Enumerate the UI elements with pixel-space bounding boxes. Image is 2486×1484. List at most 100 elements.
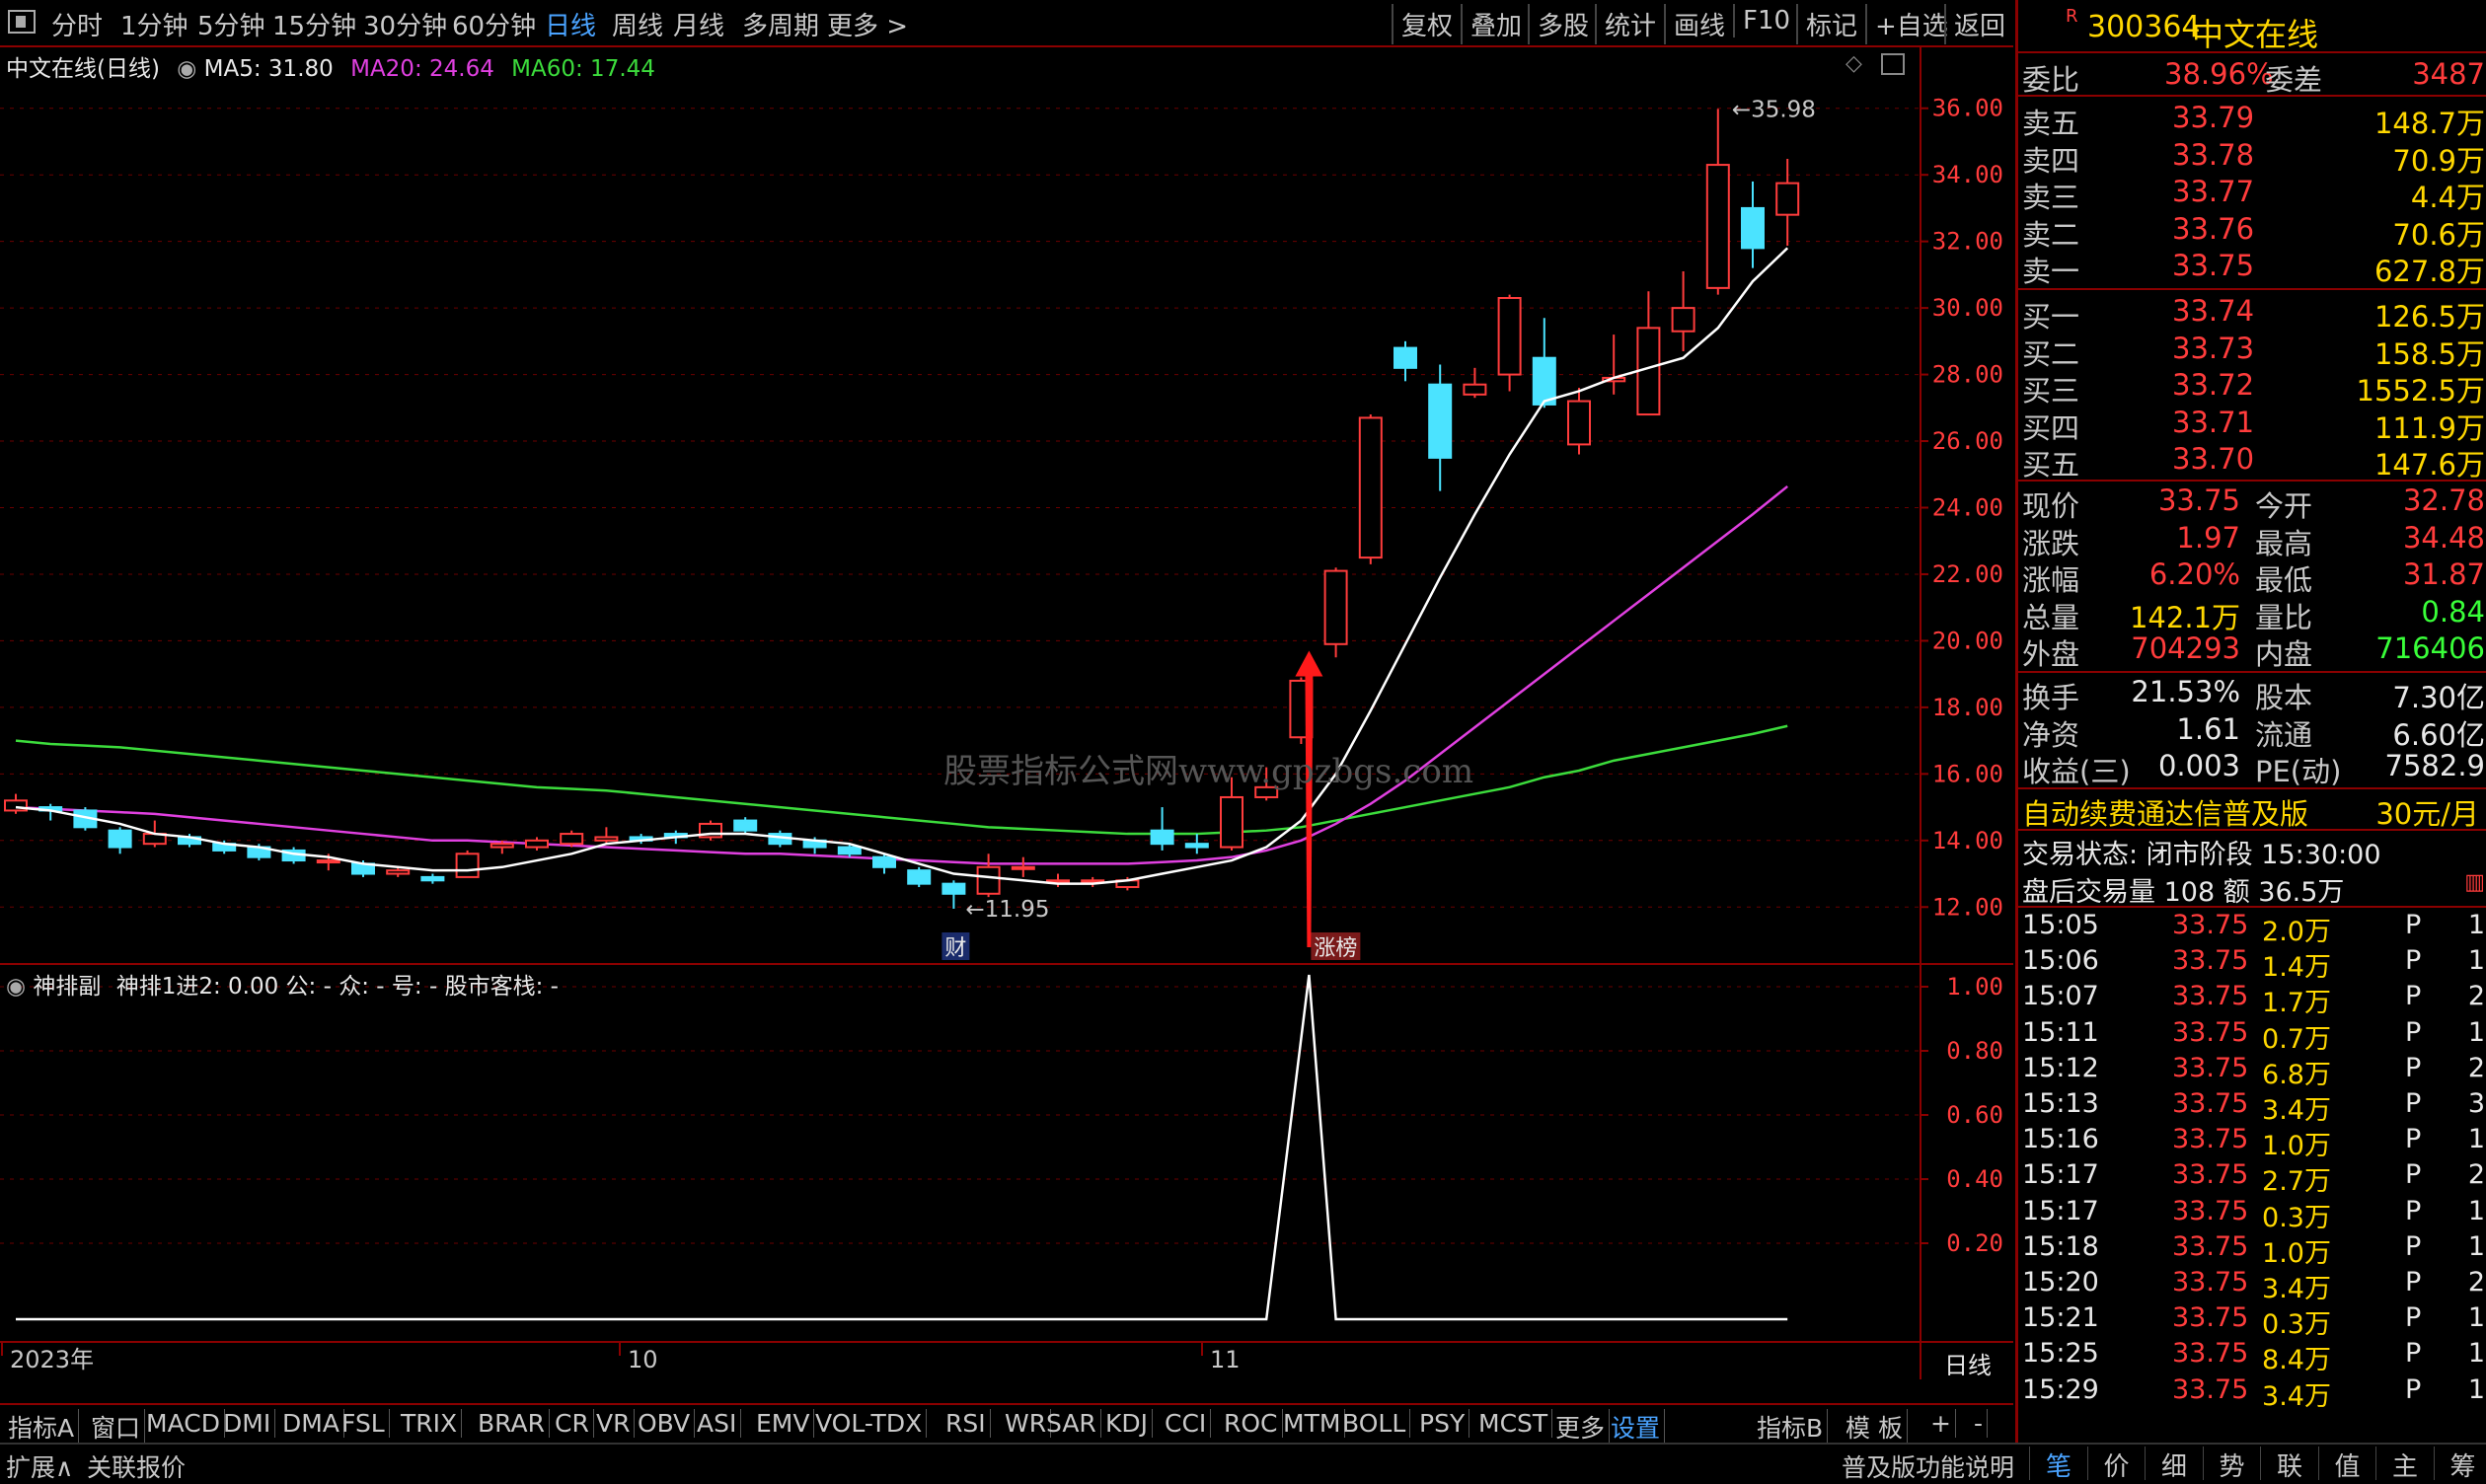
indicator-tab-8[interactable]: CR (551, 1409, 594, 1438)
indicator-tab-4[interactable]: DMA (278, 1409, 344, 1438)
kline-chart[interactable]: 36.0034.0032.0030.0028.0026.0024.0022.00… (0, 47, 2013, 965)
panel-button-7[interactable]: 筹 (2434, 1447, 2486, 1480)
indicator-tab-12[interactable]: EMV (752, 1409, 814, 1438)
candle-body (110, 831, 131, 848)
y-tick-label: 16.00 (1932, 760, 2003, 787)
sell-row[interactable]: 卖三33.774.4万 (2018, 175, 2486, 210)
toolbar-button-4[interactable]: 画线 (1664, 4, 1733, 44)
panel-button-3[interactable]: 势 (2203, 1447, 2261, 1480)
buy-row[interactable]: 买一33.74126.5万 (2018, 294, 2486, 330)
signal-line (16, 975, 1787, 1319)
candle (595, 827, 617, 844)
period-7[interactable]: 周线 (612, 6, 663, 42)
toolbar-button-1[interactable]: 叠加 (1461, 4, 1530, 44)
indicator-tab-21[interactable]: BOLL (1338, 1409, 1410, 1438)
indicator-tab-19[interactable]: ROC (1220, 1409, 1283, 1438)
promo-price[interactable]: 30元/月 (2375, 791, 2479, 833)
period-4[interactable]: 30分钟 (363, 6, 447, 42)
indicator-tab-3[interactable]: DMI (219, 1409, 275, 1438)
sell-row[interactable]: 卖二33.7670.6万 (2018, 212, 2486, 248)
tick-price: 33.75 (2172, 1374, 2248, 1405)
toolbar-button-6[interactable]: 标记 (1796, 4, 1865, 44)
indicator-right-tab-0[interactable]: 指标B (1753, 1409, 1828, 1445)
indicator-tab-1[interactable]: 窗口 (87, 1409, 145, 1445)
sell-row[interactable]: 卖四33.7870.9万 (2018, 138, 2486, 174)
toolbar-button-3[interactable]: 统计 (1595, 4, 1664, 44)
toolbar-button-2[interactable]: 多股 (1528, 4, 1597, 44)
indicator-tab-10[interactable]: OBV (634, 1409, 695, 1438)
indicator-tab-24[interactable]: 更多 (1551, 1409, 1610, 1445)
buy-row[interactable]: 买三33.721552.5万 (2018, 368, 2486, 404)
sub-title: 神排副 (33, 974, 101, 1000)
sell-row[interactable]: 卖一33.75627.8万 (2018, 249, 2486, 284)
stats-row: 现价33.75今开32.78 (2018, 483, 2486, 519)
indicator-tab-23[interactable]: MCST (1474, 1409, 1552, 1438)
indicator-tab-20[interactable]: MTM (1279, 1409, 1345, 1438)
indicator-tab-16[interactable]: SAR (1042, 1409, 1101, 1438)
toolbar-button-0[interactable]: 复权 (1392, 4, 1461, 44)
promo-row[interactable]: 自动续费通达信普及版30元/月 (2018, 791, 2486, 827)
indicator-right-tab-1[interactable]: 模 板 (1842, 1409, 1908, 1445)
indicator-tab-5[interactable]: FSL (338, 1409, 390, 1438)
watermark: 股票指标公式网www.gpzbgs.com (943, 744, 1473, 792)
period-2[interactable]: 5分钟 (197, 6, 265, 42)
tick-count: 1 (2468, 1017, 2485, 1048)
buy-row[interactable]: 买四33.71111.9万 (2018, 406, 2486, 441)
indicator-tab-13[interactable]: VOL-TDX (811, 1409, 927, 1438)
related-quote-button[interactable]: 关联报价 (87, 1448, 186, 1484)
indicator-tab-0[interactable]: 指标A (4, 1409, 79, 1445)
chart-toggle-icon[interactable]: ▥ (2464, 870, 2485, 895)
buy-row[interactable]: 买二33.73158.5万 (2018, 332, 2486, 367)
indicator-chart[interactable]: 1.000.800.600.400.202023年1011日线 (0, 965, 2013, 1379)
indicator-tab-18[interactable]: CCI (1161, 1409, 1211, 1438)
panel-button-1[interactable]: 价 (2087, 1447, 2146, 1480)
chart-layout-icon[interactable] (1881, 53, 1905, 75)
high-label: ←35.98 (1732, 97, 1816, 122)
buy-row[interactable]: 买五33.70147.6万 (2018, 442, 2486, 478)
toolbar-button-8[interactable]: 返回 (1944, 4, 2013, 44)
tick-price: 33.75 (2172, 981, 2248, 1011)
period-6[interactable]: 日线 (545, 6, 596, 42)
period-8[interactable]: 月线 (673, 6, 724, 42)
indicator-tab-17[interactable]: KDJ (1101, 1409, 1153, 1438)
indicator-right-tab-3[interactable]: - (1970, 1409, 1988, 1438)
panel-button-4[interactable]: 联 (2260, 1447, 2318, 1480)
period-1[interactable]: 1分钟 (120, 6, 188, 42)
panel-button-2[interactable]: 细 (2145, 1447, 2203, 1480)
help-link[interactable]: 普及版功能说明 (1842, 1448, 2014, 1484)
period-10[interactable]: 更多 > (827, 6, 908, 42)
tick-time: 15:25 (2022, 1338, 2099, 1369)
promo-text[interactable]: 自动续费通达信普及版 (2022, 791, 2308, 833)
period-9[interactable]: 多周期 (742, 6, 819, 42)
period-3[interactable]: 15分钟 (272, 6, 356, 42)
sub-toggle-icon[interactable]: ◉ (6, 974, 26, 1000)
indicator-tab-2[interactable]: MACD (142, 1409, 225, 1438)
indicator-tab-25[interactable]: 设置 (1607, 1409, 1665, 1445)
expand-button[interactable]: 扩展∧ (6, 1448, 73, 1484)
toolbar-button-5[interactable]: F10 (1733, 4, 1798, 37)
fin-label: 收益(三) (2022, 749, 2131, 790)
indicator-tab-14[interactable]: RSI (942, 1409, 991, 1438)
indicator-tab-7[interactable]: BRAR (474, 1409, 550, 1438)
period-0[interactable]: 分时 (51, 6, 103, 42)
indicator-tab-22[interactable]: PSY (1415, 1409, 1469, 1438)
period-5[interactable]: 60分钟 (452, 6, 536, 42)
stats-row: 外盘704293内盘716406 (2018, 631, 2486, 667)
tick-price: 33.75 (2172, 1053, 2248, 1083)
panel-button-5[interactable]: 值 (2318, 1447, 2376, 1480)
panel-button-6[interactable]: 主 (2375, 1447, 2434, 1480)
top-toolbar: 分时 1分钟5分钟15分钟30分钟60分钟日线周线月线多周期更多 > 复权叠加多股… (0, 0, 2013, 47)
stat-label: 涨幅 (2022, 557, 2079, 599)
sell-row[interactable]: 卖五33.79148.7万 (2018, 101, 2486, 136)
toolbar-button-7[interactable]: +自选 (1865, 4, 1956, 44)
indicator-tab-11[interactable]: ASI (693, 1409, 741, 1438)
stat-value: 32.78 (2403, 483, 2485, 517)
indicator-right-tab-2[interactable]: + (1926, 1409, 1956, 1438)
tick-volume: 1.0万 (2262, 1231, 2331, 1270)
indicator-tab-9[interactable]: VR (592, 1409, 635, 1438)
menu-icon[interactable] (8, 10, 36, 34)
chart-settings-icon[interactable]: ◇ (1846, 51, 1862, 76)
panel-button-0[interactable]: 笔 (2029, 1447, 2087, 1480)
indicator-tab-6[interactable]: TRIX (397, 1409, 462, 1438)
legend-toggle-icon[interactable]: ◉ (177, 56, 196, 82)
